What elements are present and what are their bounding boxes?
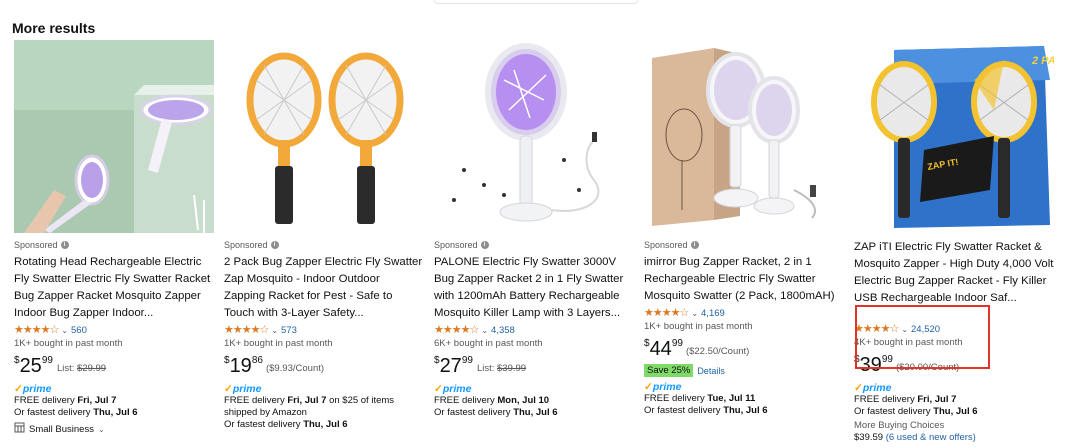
unit-price: ($22.50/Count) <box>685 346 750 357</box>
search-box-edge <box>434 0 638 4</box>
sponsored-label[interactable]: Sponsored i <box>224 239 424 251</box>
product-title[interactable]: PALONE Electric Fly Swatter 3000V Bug Za… <box>434 254 634 322</box>
bought-count: 1K+ bought in past month <box>14 338 123 349</box>
fastest-delivery: Or fastest delivery Thu, Jul 6 <box>14 407 138 418</box>
price-fraction: 99 <box>41 355 53 366</box>
small-business-badge[interactable]: Small Business ⌄ <box>14 422 214 436</box>
product-image[interactable] <box>644 40 844 233</box>
rating-row[interactable]: ★★★★☆ ⌄ 573 <box>224 324 424 337</box>
price[interactable]: $ 27 99 List: $39.99 <box>434 355 634 379</box>
price-whole: 19 <box>229 355 252 377</box>
product-title[interactable]: imirror Bug Zapper Racket, 2 in 1 Rechar… <box>644 254 844 305</box>
coupon-row: Save 25% Details <box>644 364 844 377</box>
details-link[interactable]: Details <box>697 366 725 376</box>
star-rating[interactable]: ★★★★☆ <box>224 324 269 337</box>
delivery-info: FREE delivery Fri, Jul 7 <box>14 395 117 406</box>
price[interactable]: $ 44 99 ($22.50/Count) <box>644 338 844 362</box>
product-image[interactable] <box>434 40 634 233</box>
product-card: Sponsored i PALONE Electric Fly Swatter 3… <box>434 40 634 448</box>
check-icon: ✓ <box>14 383 23 395</box>
price-whole: 25 <box>19 355 42 377</box>
product-image[interactable] <box>224 40 424 233</box>
fastest-delivery: Or fastest delivery Thu, Jul 6 <box>434 407 558 418</box>
chevron-down-icon[interactable]: ⌄ <box>691 309 698 318</box>
price-whole: 27 <box>439 355 462 377</box>
price-whole: 44 <box>649 338 672 360</box>
prime-badge: ✓prime <box>644 381 682 393</box>
chevron-down-icon[interactable]: ⌄ <box>98 425 105 434</box>
sponsored-label[interactable]: Sponsored i <box>644 239 844 251</box>
product-card: 2 PACK ZAP IT! ZAP iTI Electric Fly Swat… <box>854 40 1054 448</box>
list-price: List: $29.99 <box>56 363 107 374</box>
rating-row[interactable]: ★★★★☆ ⌄ 4,358 <box>434 324 634 337</box>
product-title[interactable]: 2 Pack Bug Zapper Electric Fly Swatter Z… <box>224 254 424 322</box>
info-icon[interactable]: i <box>690 241 699 249</box>
prime-badge: ✓prime <box>224 383 262 395</box>
product-title[interactable]: ZAP iTI Electric Fly Swatter Racket & Mo… <box>854 239 1054 307</box>
review-count[interactable]: 573 <box>281 325 297 336</box>
bought-count: 1K+ bought in past month <box>224 338 333 349</box>
rating-row[interactable]: ★★★★☆ ⌄ 560 <box>14 324 214 337</box>
buying-choices-label: More Buying Choices <box>854 420 945 431</box>
star-rating[interactable]: ★★★★☆ <box>14 324 59 337</box>
review-count[interactable]: 4,169 <box>701 308 725 319</box>
price-fraction: 99 <box>461 355 473 366</box>
buying-choices[interactable]: $39.59 (6 used & new offers) <box>854 432 1054 444</box>
sponsored-label[interactable]: Sponsored i <box>14 239 214 251</box>
check-icon: ✓ <box>854 382 863 394</box>
product-image[interactable]: 2 PACK ZAP IT! <box>854 40 1054 233</box>
info-icon[interactable]: i <box>480 241 489 249</box>
delivery-info: FREE delivery Mon, Jul 10 <box>434 395 550 406</box>
chevron-down-icon[interactable]: ⌄ <box>481 326 488 335</box>
check-icon: ✓ <box>644 381 653 393</box>
store-icon <box>14 422 25 436</box>
unit-price: ($9.93/Count) <box>265 363 325 374</box>
star-rating[interactable]: ★★★★☆ <box>644 307 689 320</box>
prime-badge: ✓prime <box>14 383 52 395</box>
review-count[interactable]: 560 <box>71 325 87 336</box>
fastest-delivery: Or fastest delivery Thu, Jul 6 <box>644 405 768 416</box>
box-pack-label: 2 PACK <box>1031 55 1054 67</box>
highlight-box <box>855 305 990 369</box>
section-title: More results <box>12 20 96 36</box>
product-card: Sponsored i Rotating Head Rechargeable El… <box>14 40 214 448</box>
bought-count: 1K+ bought in past month <box>644 321 753 332</box>
sponsored-label[interactable]: Sponsored i <box>434 239 634 251</box>
product-card: Sponsored i 2 Pack Bug Zapper Electric Fl… <box>224 40 424 448</box>
chevron-down-icon[interactable]: ⌄ <box>61 326 68 335</box>
price[interactable]: $ 25 99 List: $29.99 <box>14 355 214 379</box>
fastest-delivery: Or fastest delivery Thu, Jul 6 <box>224 419 348 430</box>
price-fraction: 86 <box>251 355 263 366</box>
info-icon[interactable]: i <box>60 241 69 249</box>
prime-badge: ✓prime <box>854 382 892 394</box>
rating-row[interactable]: ★★★★☆ ⌄ 4,169 <box>644 307 844 320</box>
bought-count: 6K+ bought in past month <box>434 338 543 349</box>
save-badge: Save 25% <box>644 364 694 377</box>
delivery-info: FREE delivery Tue, Jul 11 <box>644 393 756 404</box>
product-card: Sponsored i imirror Bug Zapper Racket, 2 … <box>644 40 844 448</box>
check-icon: ✓ <box>224 383 233 395</box>
delivery-info: FREE delivery Fri, Jul 7 <box>854 394 957 405</box>
offers-link[interactable]: (6 used & new offers) <box>886 432 976 443</box>
review-count[interactable]: 4,358 <box>491 325 515 336</box>
fastest-delivery: Or fastest delivery Thu, Jul 6 <box>854 406 978 417</box>
product-title[interactable]: Rotating Head Rechargeable Electric Fly … <box>14 254 214 322</box>
price-fraction: 99 <box>671 338 683 349</box>
delivery-info: FREE delivery Fri, Jul 7 on $25 of items… <box>224 395 395 418</box>
check-icon: ✓ <box>434 383 443 395</box>
price[interactable]: $ 19 86 ($9.93/Count) <box>224 355 424 379</box>
prime-badge: ✓prime <box>434 383 472 395</box>
product-image[interactable] <box>14 40 214 233</box>
chevron-down-icon[interactable]: ⌄ <box>271 326 278 335</box>
star-rating[interactable]: ★★★★☆ <box>434 324 479 337</box>
info-icon[interactable]: i <box>270 241 279 249</box>
results-grid: Sponsored i Rotating Head Rechargeable El… <box>14 40 1054 448</box>
list-price: List: $39.99 <box>476 363 527 374</box>
